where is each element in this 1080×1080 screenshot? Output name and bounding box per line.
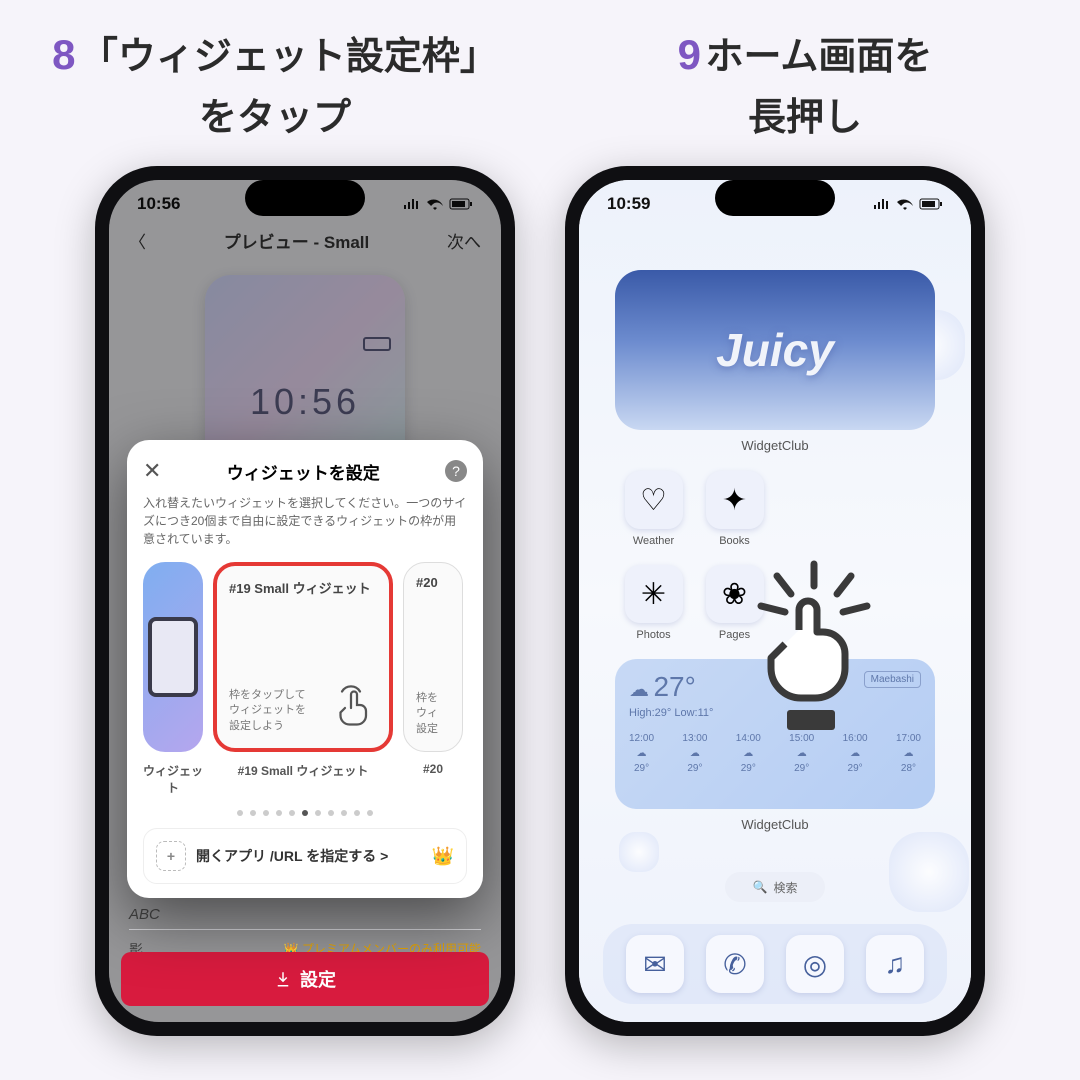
heart-icon: ♡: [625, 471, 683, 529]
abc-label: ABC: [129, 900, 481, 929]
open-app-label: 開くアプリ /URL を指定する >: [196, 846, 388, 866]
notch: [245, 180, 365, 216]
close-icon[interactable]: ✕: [143, 458, 161, 484]
slot-19-caption: #19 Small ウィジェット: [213, 762, 393, 779]
notch: [715, 180, 835, 216]
dock-phone[interactable]: ✆: [706, 935, 764, 993]
slot-19-hint: 枠をタップして ウィジェットを 設定しよう: [229, 688, 306, 734]
search-button[interactable]: 🔍 検索: [725, 872, 825, 902]
dock-music[interactable]: ♫: [866, 935, 924, 993]
widget-label-2: WidgetClub: [579, 817, 971, 832]
app-weather[interactable]: ♡ Weather: [619, 471, 688, 547]
status-time: 10:59: [607, 194, 650, 214]
cloud-icon: ☁: [629, 679, 649, 701]
phone-right: 10:59 Juicy WidgetClub ♡ Weather ✦ Books ✳…: [565, 166, 985, 1036]
widget-modal: ✕ ウィジェットを設定 ? 入れ替えたいウィジェットを選択してください。一つのサ…: [127, 440, 483, 898]
widget-label-1: WidgetClub: [579, 438, 971, 453]
slot-20-label: #20: [416, 575, 450, 590]
modal-title: ウィジェットを設定: [227, 459, 380, 484]
widget-slot-19[interactable]: #19 Small ウィジェット 枠をタップして ウィジェットを 設定しよう: [213, 562, 393, 752]
high-low: High:29° Low:11°: [629, 707, 713, 719]
app-label: Weather: [633, 535, 674, 547]
star-icon: ✦: [706, 471, 764, 529]
set-button-label: 設定: [300, 966, 336, 992]
status-icons: [873, 198, 943, 210]
phone-left: 10:56 〈 プレビュー - Small 次へ 10:56 ABC: [95, 166, 515, 1036]
longpress-gesture-icon: [739, 560, 889, 745]
set-button[interactable]: 設定: [121, 952, 489, 1006]
slot-preview-left[interactable]: [143, 562, 203, 752]
sparkle-icon: ✳: [625, 565, 683, 623]
app-books[interactable]: ✦ Books: [700, 471, 769, 547]
step8-line1: 「ウィジェット設定枠」: [80, 36, 498, 78]
open-app-button[interactable]: + 開くアプリ /URL を指定する > 👑: [143, 828, 467, 884]
widget-slot-20[interactable]: #20 枠を ウィ 設定: [403, 562, 463, 752]
step8-line2: をタップ: [30, 86, 520, 141]
dock: ✉ ✆ ◎ ♫: [603, 924, 947, 1004]
plus-icon: +: [156, 841, 186, 871]
juicy-text: Juicy: [716, 323, 834, 377]
step8-number: 8: [52, 31, 75, 78]
slot-19-label: #19 Small ウィジェット: [229, 578, 377, 597]
step9-line2: 長押し: [560, 86, 1050, 141]
slot-pager[interactable]: [143, 810, 467, 816]
dock-safari[interactable]: ◎: [786, 935, 844, 993]
search-icon: 🔍: [753, 880, 768, 894]
tap-gesture-icon: [327, 681, 375, 734]
crown-icon: 👑: [432, 846, 454, 867]
juicy-widget[interactable]: Juicy: [615, 270, 935, 430]
app-label: Books: [719, 535, 750, 547]
step9-number: 9: [678, 31, 701, 78]
slot-20-hint: 枠を ウィ 設定: [416, 691, 438, 737]
app-label: Photos: [636, 629, 670, 641]
search-label: 検索: [773, 879, 797, 896]
slot-20-caption: #20: [403, 762, 463, 776]
temperature: 27°: [653, 671, 695, 702]
slot-left-caption: ウィジェット: [143, 762, 203, 796]
app-photos[interactable]: ✳ Photos: [619, 565, 688, 641]
modal-description: 入れ替えたいウィジェットを選択してください。一つのサイズにつき20個まで自由に設…: [143, 494, 467, 548]
help-icon[interactable]: ?: [445, 460, 467, 482]
step9-line1: ホーム画面を: [705, 36, 932, 78]
dock-mail[interactable]: ✉: [626, 935, 684, 993]
